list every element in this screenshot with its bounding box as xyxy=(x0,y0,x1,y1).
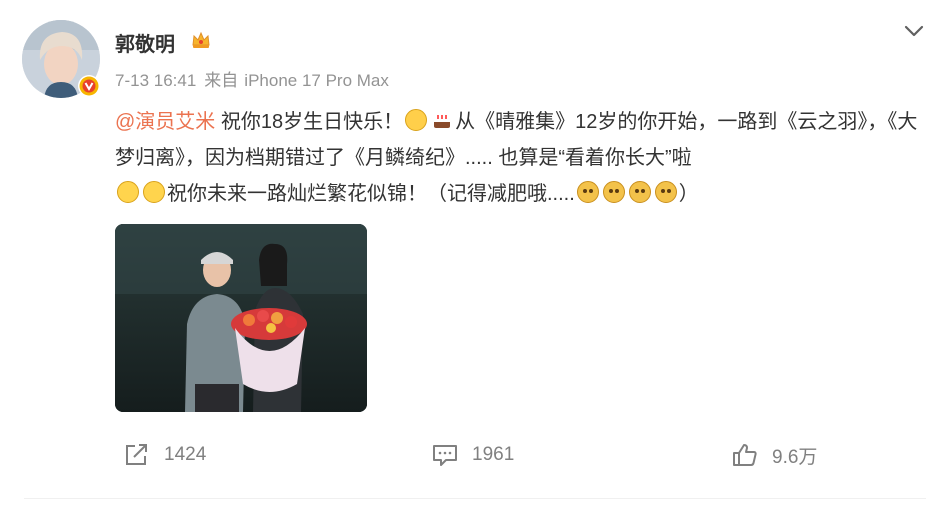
chevron-down-icon[interactable] xyxy=(902,22,926,40)
verified-badge-icon xyxy=(79,76,99,96)
thinking-face-emoji xyxy=(143,181,165,203)
author-name[interactable]: 郭敬明 xyxy=(115,28,175,57)
divider xyxy=(24,498,926,499)
post-time[interactable]: 7-13 16:41 xyxy=(115,71,196,90)
verified-badge xyxy=(78,75,100,97)
doge-emoji xyxy=(654,181,677,203)
post-text-segment: 祝你未来一路灿烂繁花似锦！（记得减肥哦..... xyxy=(167,183,575,205)
repost-count: 1424 xyxy=(164,444,207,465)
mention-link[interactable]: @演员艾米 xyxy=(115,111,215,133)
like-count: 9.6万 xyxy=(772,446,818,468)
weibo-post-card: 郭敬明 7-13 16:41 来自 iPhone 17 Pro Max @演员艾米 … xyxy=(0,0,942,511)
post-device: iPhone 17 Pro Max xyxy=(244,71,389,90)
like-button[interactable]: 9.6万 xyxy=(732,442,817,468)
post-text-segment: ） xyxy=(678,183,699,205)
crown-icon xyxy=(192,31,210,48)
post-meta: 7-13 16:41 来自 iPhone 17 Pro Max xyxy=(115,66,389,91)
comment-icon xyxy=(433,445,457,466)
thumbs-up-icon xyxy=(733,444,757,466)
thinking-face-emoji xyxy=(117,181,139,203)
shocked-face-emoji xyxy=(405,109,428,131)
source-prefix: 来自 xyxy=(204,71,239,90)
comment-count: 1961 xyxy=(472,444,515,465)
doge-emoji xyxy=(602,181,625,203)
birthday-cake-emoji xyxy=(431,107,454,129)
doge-emoji xyxy=(576,181,599,203)
post-text-segment: 祝你18岁生日快乐！ xyxy=(215,111,404,133)
comment-button[interactable]: 1961 xyxy=(432,442,514,468)
repost-button[interactable]: 1424 xyxy=(124,442,206,468)
post-text: @演员艾米 祝你18岁生日快乐！ 从《晴雅集》12岁的你开始，一路到《云之羽》，《… xyxy=(115,104,923,212)
repost-icon xyxy=(126,444,147,465)
post-photo[interactable] xyxy=(115,224,367,412)
doge-emoji xyxy=(628,181,651,203)
